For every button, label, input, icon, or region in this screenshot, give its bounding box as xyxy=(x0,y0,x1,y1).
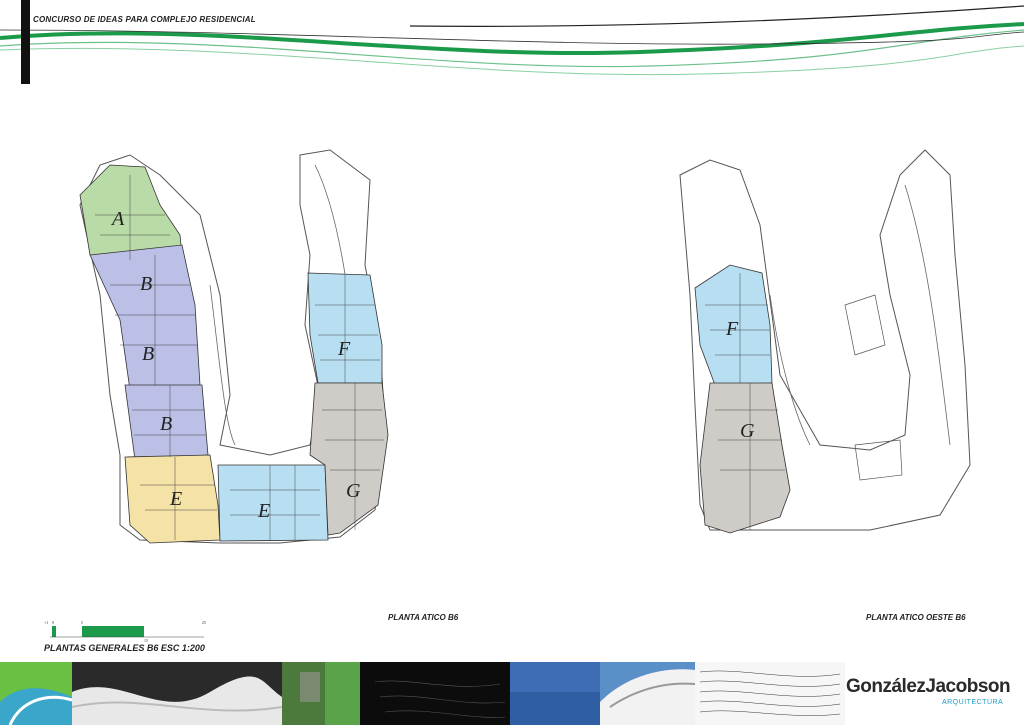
drawing-sheet: CONCURSO DE IDEAS PARA COMPLEJO RESIDENC… xyxy=(0,0,1024,725)
plan-atico-b6: A B B B E E F G xyxy=(79,149,389,544)
scale-title: PLANTAS GENERALES B6 ESC 1:200 xyxy=(44,643,205,653)
unit-label-b2: B xyxy=(142,343,154,365)
plan-label-left: PLANTA ATICO B6 xyxy=(388,613,459,622)
sheet-title: CONCURSO DE IDEAS PARA COMPLEJO RESIDENC… xyxy=(33,15,256,24)
unit-label-f: F xyxy=(337,338,351,360)
brand-subtitle: ARQUITECTURA xyxy=(942,699,1004,706)
header-wave-lines xyxy=(0,5,1024,76)
scale-tick-25: 25 xyxy=(202,620,206,625)
scale-tick-5: 5 xyxy=(81,620,83,625)
unit-label-g: G xyxy=(346,480,361,502)
brand-logo: GonzálezJacobson ARQUITECTURA xyxy=(846,676,1011,706)
unit-label-b1: B xyxy=(140,273,152,295)
unit-g-west xyxy=(699,382,791,534)
plan-label-right: PLANTA ATICO OESTE B6 xyxy=(866,613,966,622)
unit-label-b3: B xyxy=(160,413,172,435)
scale-tick-0: 0 xyxy=(52,620,54,625)
scale-tick-minus: +1 xyxy=(44,620,48,625)
scale-bar: +1 0 5 15 25 xyxy=(44,620,206,642)
unit-label-e2: E xyxy=(257,500,270,522)
unit-label-e1: E xyxy=(169,488,182,510)
scale-tick-15: 15 xyxy=(144,638,148,642)
unit-label-a: A xyxy=(110,208,125,230)
brand-name: GonzálezJacobson xyxy=(846,676,1011,697)
header-bar xyxy=(21,0,30,84)
unit-b xyxy=(89,244,201,391)
unit-e-2 xyxy=(217,464,329,542)
unit-label-g-west: G xyxy=(740,420,755,442)
unit-label-f-west: F xyxy=(725,318,739,340)
plan-atico-oeste-b6: F G xyxy=(679,149,971,534)
